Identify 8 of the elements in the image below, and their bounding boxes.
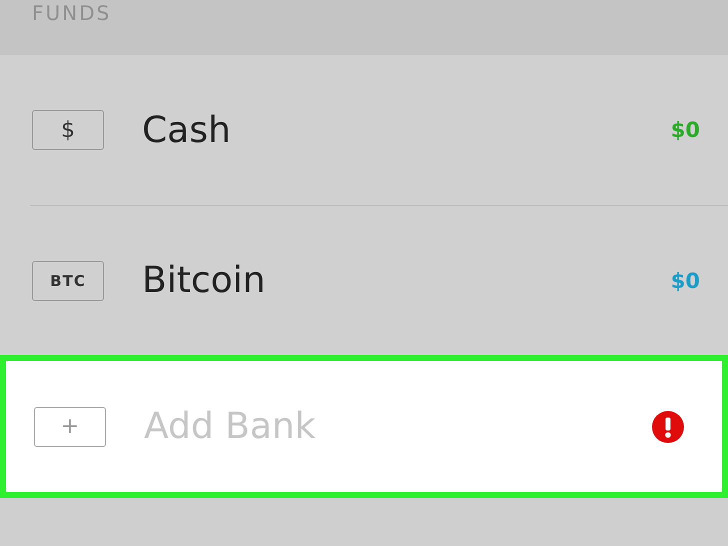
icon-badge: BTC bbox=[32, 260, 104, 300]
fund-name: Cash bbox=[142, 110, 232, 150]
icon-badge: $ bbox=[32, 110, 104, 150]
fund-name: Bitcoin bbox=[142, 260, 266, 301]
fund-name: Add Bank bbox=[144, 406, 317, 447]
icon-badge: + bbox=[34, 406, 106, 446]
fund-amount: $0 bbox=[670, 268, 700, 292]
fund-amount: $0 bbox=[670, 118, 700, 142]
